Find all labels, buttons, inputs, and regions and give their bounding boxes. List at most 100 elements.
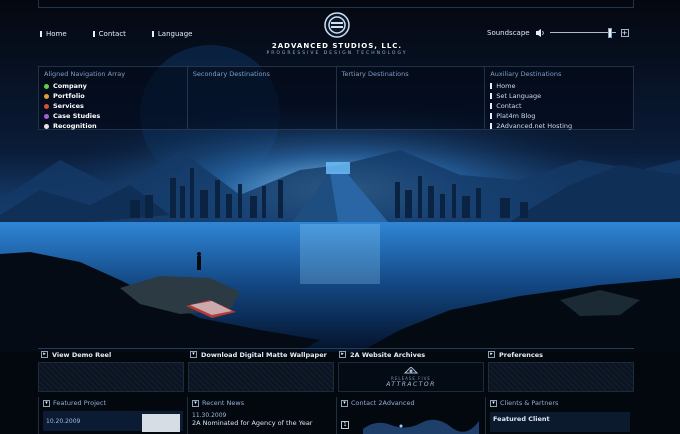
primary-nav-item-case-studies[interactable]: Case Studies	[44, 111, 182, 121]
auxiliary-nav-column: Auxiliary Destinations Home Set Language…	[485, 67, 633, 131]
download-wallpaper-link[interactable]: ▾ Download Digital Matte Wallpaper	[187, 348, 336, 360]
bullet-icon	[490, 83, 493, 89]
status-dot-icon	[44, 123, 49, 129]
bottom-section: ▾ Featured Project 10.20.2009 ▾ Recent N…	[38, 397, 634, 434]
bullet-icon	[40, 31, 42, 37]
aux-nav-item-label: Home	[496, 82, 516, 90]
volume-track	[549, 32, 616, 33]
bullet-icon	[490, 103, 493, 109]
recent-news-heading-label: Recent News	[202, 399, 245, 407]
contact-heading-label: Contact 2Advanced	[351, 399, 415, 407]
attractor-logo-icon	[403, 366, 419, 373]
aux-nav-item-label: Plat4m Blog	[496, 112, 536, 120]
clients-column: ▾ Clients & Partners Featured Client	[485, 397, 634, 434]
news-headline-link[interactable]: 2A Nominated for Agency of the Year	[192, 419, 332, 427]
primary-nav-item-label: Company	[53, 82, 87, 90]
primary-nav-item-label: Portfolio	[53, 92, 85, 100]
top-nav-home-label: Home	[46, 30, 67, 38]
logo-emblem-icon	[324, 12, 350, 38]
featured-client-box[interactable]: Featured Client	[490, 412, 630, 432]
status-dot-icon	[44, 93, 49, 99]
aux-nav-item-label: Set Language	[496, 92, 542, 100]
secondary-nav-heading: Secondary Destinations	[192, 70, 270, 78]
view-demo-reel-link[interactable]: ▸ View Demo Reel	[38, 348, 187, 360]
banner-pattern-left	[38, 362, 184, 392]
clients-heading-label: Clients & Partners	[500, 399, 559, 407]
contact-column: ▾ Contact 2Advanced 1	[336, 397, 485, 434]
primary-nav-item-portfolio[interactable]: Portfolio	[44, 91, 182, 101]
logo-tagline: PROGRESSIVE DESIGN TECHNOLOGY	[266, 51, 408, 56]
arrow-right-icon: ▸	[339, 351, 346, 358]
clients-heading[interactable]: ▾ Clients & Partners	[490, 399, 630, 407]
recent-news-heading[interactable]: ▾ Recent News	[192, 399, 332, 407]
website-archives-link[interactable]: ▸ 2A Website Archives	[336, 348, 485, 360]
preferences-link[interactable]: ▸ Preferences	[485, 348, 634, 360]
bullet-icon	[151, 31, 154, 37]
top-nav-home[interactable]: Home	[40, 29, 67, 39]
quick-links-bar: ▸ View Demo Reel ▾ Download Digital Matt…	[38, 348, 634, 360]
site-logo[interactable]: 2ADVANCED STUDIOS, LLC. PROGRESSIVE DESI…	[266, 12, 408, 56]
volume-thumb[interactable]	[607, 28, 612, 38]
featured-client-label: Featured Client	[493, 415, 550, 423]
top-frame	[38, 0, 634, 8]
primary-nav-item-label: Recognition	[53, 122, 97, 130]
secondary-nav-column: Secondary Destinations	[188, 67, 337, 129]
aux-nav-item-set-language[interactable]: Set Language	[490, 91, 628, 101]
aux-nav-item-label: Contact	[496, 102, 522, 110]
aux-nav-item-hosting[interactable]: 2Advanced.net Hosting	[490, 121, 628, 131]
primary-nav-column: Aligned Navigation Array Company Portfol…	[39, 67, 188, 131]
primary-nav-item-services[interactable]: Services	[44, 101, 182, 111]
banner-pattern-right	[488, 362, 634, 392]
primary-nav-item-label: Case Studies	[53, 112, 101, 120]
featured-project-heading-label: Featured Project	[53, 399, 106, 407]
tertiary-nav-heading: Tertiary Destinations	[341, 70, 409, 78]
featured-project-column: ▾ Featured Project 10.20.2009	[38, 397, 187, 434]
contact-heading[interactable]: ▾ Contact 2Advanced	[341, 399, 481, 407]
soundscape-control: Soundscape +	[487, 28, 629, 38]
world-map-icon	[363, 419, 479, 434]
navigation-panel: Aligned Navigation Array Company Portfol…	[38, 66, 634, 130]
aux-nav-item-blog[interactable]: Plat4m Blog	[490, 111, 628, 121]
top-nav-language[interactable]: Language	[151, 29, 193, 39]
quick-link-label: View Demo Reel	[52, 350, 112, 359]
attractor-banner[interactable]: RELEASE FIVE ATTRACTOR	[338, 362, 484, 392]
quick-link-label: 2A Website Archives	[350, 350, 426, 359]
attractor-title: ATTRACTOR	[386, 380, 436, 388]
primary-nav-item-label: Services	[53, 102, 84, 110]
top-nav-language-label: Language	[157, 30, 193, 38]
top-nav-contact[interactable]: Contact	[92, 29, 126, 39]
aux-nav-item-label: 2Advanced.net Hosting	[496, 122, 573, 130]
arrow-down-icon: ▾	[43, 399, 50, 407]
featured-project-heading[interactable]: ▾ Featured Project	[43, 399, 183, 407]
map-marker-number[interactable]: 1	[341, 421, 349, 429]
top-nav-contact-label: Contact	[98, 30, 126, 38]
quick-link-label: Download Digital Matte Wallpaper	[201, 350, 327, 359]
banner-pattern-left-center	[188, 362, 334, 392]
arrow-down-icon: ▾	[341, 399, 348, 407]
download-icon: ▾	[190, 351, 197, 358]
bullet-icon	[490, 93, 493, 99]
aux-nav-item-home[interactable]: Home	[490, 81, 628, 91]
featured-project-card[interactable]: 10.20.2009	[43, 411, 183, 432]
aux-nav-item-contact[interactable]: Contact	[490, 101, 628, 111]
featured-project-date: 10.20.2009	[46, 417, 81, 425]
quick-link-label: Preferences	[499, 350, 543, 359]
status-dot-icon	[44, 103, 49, 109]
arrow-down-icon: ▾	[192, 399, 199, 407]
soundscape-label: Soundscape	[487, 29, 530, 37]
bullet-icon	[490, 113, 493, 119]
featured-project-thumbnail[interactable]	[142, 414, 180, 432]
speaker-icon[interactable]	[535, 28, 545, 38]
volume-slider[interactable]	[549, 28, 616, 38]
volume-plus-button[interactable]: +	[620, 29, 629, 37]
primary-nav-item-company[interactable]: Company	[44, 81, 182, 91]
bullet-icon	[490, 123, 493, 129]
status-dot-icon	[44, 113, 49, 119]
logo-name: 2ADVANCED STUDIOS, LLC.	[271, 42, 403, 50]
banner-strip: RELEASE FIVE ATTRACTOR	[38, 362, 634, 392]
primary-nav-heading: Aligned Navigation Array	[44, 70, 126, 78]
arrow-right-icon: ▸	[41, 351, 48, 358]
arrow-right-icon: ▸	[488, 351, 495, 358]
primary-nav-item-recognition[interactable]: Recognition	[44, 121, 182, 131]
arrow-down-icon: ▾	[490, 399, 497, 407]
